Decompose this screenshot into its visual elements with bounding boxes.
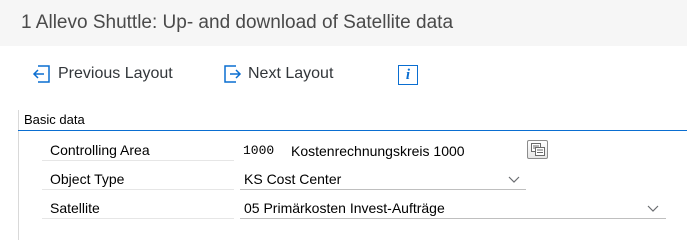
previous-layout-icon xyxy=(32,65,50,83)
satellite-label: Satellite xyxy=(42,197,234,219)
controlling-area-code: 1000 xyxy=(243,143,275,158)
object-type-dropdown[interactable]: KS Cost Center xyxy=(240,168,526,190)
controlling-area-label: Controlling Area xyxy=(42,139,234,161)
satellite-dropdown[interactable]: 05 Primärkosten Invest-Aufträge xyxy=(240,197,666,219)
satellite-value: 05 Primärkosten Invest-Aufträge xyxy=(244,200,445,216)
controlling-area-description: Kostenrechnungskreis 1000 xyxy=(291,143,465,159)
info-button[interactable]: i xyxy=(398,63,418,87)
previous-layout-button[interactable]: Previous Layout xyxy=(32,62,173,86)
group-title: Basic data xyxy=(24,112,85,127)
chevron-down-icon xyxy=(508,176,520,183)
title-bar: 1 Allevo Shuttle: Up- and download of Sa… xyxy=(0,0,687,46)
previous-layout-label: Previous Layout xyxy=(58,65,173,82)
next-layout-label: Next Layout xyxy=(248,65,334,82)
value-help-icon xyxy=(531,143,545,156)
application-toolbar: Previous Layout Next Layout i xyxy=(0,46,687,102)
chevron-down-icon xyxy=(647,205,659,212)
next-layout-icon xyxy=(224,65,242,83)
info-icon: i xyxy=(398,65,418,85)
object-type-value: KS Cost Center xyxy=(244,171,342,187)
page-title: 1 Allevo Shuttle: Up- and download of Sa… xyxy=(21,12,454,33)
value-help-button[interactable] xyxy=(527,140,548,159)
object-type-label: Object Type xyxy=(42,168,234,190)
basic-data-group-header: Basic data xyxy=(18,110,687,131)
next-layout-button[interactable]: Next Layout xyxy=(222,62,333,86)
